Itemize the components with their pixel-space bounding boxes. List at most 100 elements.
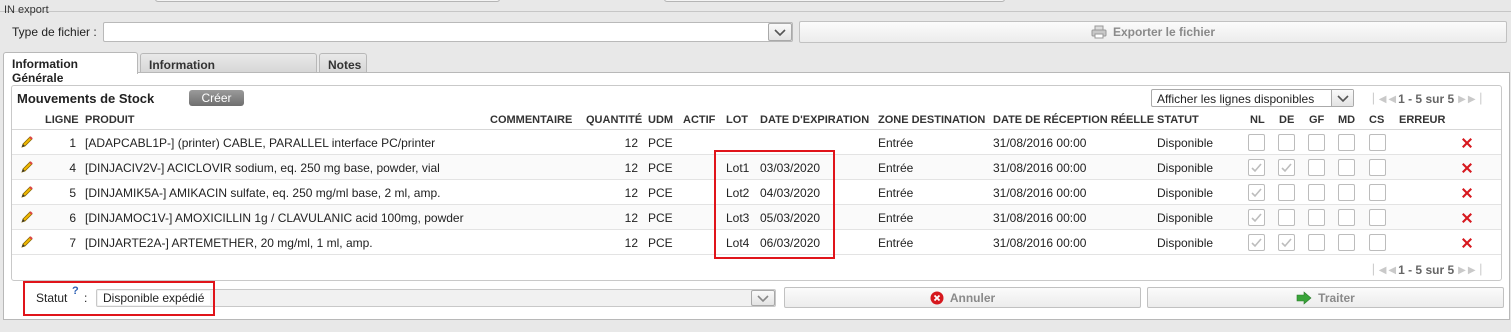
- fieldset-border: [0, 11, 1511, 12]
- row-zone: Entrée: [878, 236, 914, 250]
- checkbox-cs[interactable]: [1369, 209, 1386, 226]
- top-field-right: [664, 0, 1005, 2]
- row-zone: Entrée: [878, 161, 914, 175]
- tab-label: Notes: [328, 58, 362, 72]
- pager-top: ▏◀ ◀ 1 - 5 sur 5 ▶ ▶▕: [1373, 92, 1481, 106]
- checkbox-nl[interactable]: [1248, 234, 1265, 251]
- row-reception: 31/08/2016 00:00: [993, 211, 1087, 225]
- pager-text: 1 - 5 sur 5: [1398, 92, 1455, 106]
- pager-bottom: ▏◀ ◀ 1 - 5 sur 5 ▶ ▶▕: [1373, 263, 1481, 277]
- col-de[interactable]: DE: [1279, 114, 1294, 126]
- file-type-dropdown-button[interactable]: [768, 23, 792, 41]
- checkbox-de[interactable]: [1278, 159, 1295, 176]
- col-commentaire[interactable]: COMMENTAIRE: [490, 114, 572, 126]
- chevron-down-icon: [757, 295, 769, 303]
- row-reception: 31/08/2016 00:00: [993, 161, 1087, 175]
- row-produit: [DINJAMIK5A-] AMIKACIN sulfate, eq. 250 …: [85, 186, 441, 200]
- row-quantite: 12: [624, 186, 638, 200]
- row-reception: 31/08/2016 00:00: [993, 186, 1087, 200]
- row-statut: Disponible: [1157, 211, 1214, 225]
- line-filter-select[interactable]: Afficher les lignes disponibles: [1151, 89, 1354, 107]
- last-page-icon[interactable]: ▶▕: [1468, 94, 1481, 105]
- tab-information-generale[interactable]: Information Générale: [3, 52, 138, 85]
- col-md[interactable]: MD: [1338, 114, 1355, 126]
- checkbox-nl[interactable]: [1248, 134, 1265, 151]
- col-produit[interactable]: PRODUIT: [85, 114, 135, 126]
- check-icon: [1251, 238, 1262, 248]
- delete-icon[interactable]: [1460, 136, 1474, 150]
- last-page-icon[interactable]: ▶▕: [1468, 265, 1481, 276]
- grid-title: Mouvements de Stock: [17, 91, 155, 106]
- row-zone: Entrée: [878, 211, 914, 225]
- prev-page-icon[interactable]: ◀: [1388, 94, 1396, 105]
- delete-icon[interactable]: [1460, 236, 1474, 250]
- row-quantite: 12: [624, 136, 638, 150]
- checkbox-nl[interactable]: [1248, 184, 1265, 201]
- delete-icon[interactable]: [1460, 186, 1474, 200]
- chevron-down-icon: [774, 29, 786, 37]
- file-type-select[interactable]: [103, 22, 793, 42]
- checkbox-nl[interactable]: [1248, 159, 1265, 176]
- col-nl[interactable]: NL: [1250, 114, 1265, 126]
- checkbox-de[interactable]: [1278, 209, 1295, 226]
- col-date-expiration[interactable]: DATE D'EXPIRATION: [760, 114, 869, 126]
- col-udm[interactable]: UDM: [648, 114, 673, 126]
- checkbox-gf[interactable]: [1308, 184, 1325, 201]
- prev-page-icon[interactable]: ◀: [1388, 265, 1396, 276]
- lot-highlight-box: [714, 150, 835, 259]
- col-gf[interactable]: GF: [1309, 114, 1324, 126]
- process-button[interactable]: Traiter: [1147, 287, 1504, 308]
- export-file-label: Exporter le fichier: [1112, 25, 1216, 39]
- row-reception: 31/08/2016 00:00: [993, 236, 1087, 250]
- checkbox-cs[interactable]: [1369, 159, 1386, 176]
- checkbox-de[interactable]: [1278, 134, 1295, 151]
- checkbox-md[interactable]: [1338, 159, 1355, 176]
- checkbox-cs[interactable]: [1369, 134, 1386, 151]
- line-filter-dropdown-button[interactable]: [1331, 90, 1353, 106]
- col-cs[interactable]: CS: [1369, 114, 1384, 126]
- delete-icon[interactable]: [1460, 161, 1474, 175]
- checkbox-gf[interactable]: [1308, 209, 1325, 226]
- checkbox-de[interactable]: [1278, 184, 1295, 201]
- checkbox-md[interactable]: [1338, 234, 1355, 251]
- tab-notes[interactable]: Notes: [319, 53, 367, 73]
- col-date-reception[interactable]: DATE DE RÉCEPTION RÉELLE: [993, 114, 1154, 126]
- checkbox-cs[interactable]: [1369, 234, 1386, 251]
- col-actif[interactable]: ACTIF: [683, 114, 715, 126]
- row-ligne: 6: [69, 211, 76, 225]
- next-page-icon[interactable]: ▶: [1458, 94, 1466, 105]
- col-statut[interactable]: STATUT: [1157, 114, 1199, 126]
- create-button[interactable]: Créer: [189, 90, 244, 106]
- row-udm: PCE: [648, 236, 673, 250]
- checkbox-md[interactable]: [1338, 209, 1355, 226]
- col-quantite[interactable]: QUANTITÉ: [586, 114, 642, 126]
- chevron-down-icon: [1337, 95, 1349, 103]
- checkbox-cs[interactable]: [1369, 184, 1386, 201]
- line-filter-value: Afficher les lignes disponibles: [1157, 92, 1315, 106]
- tab-information-complementaire[interactable]: Information Complémentaire: [140, 53, 317, 86]
- delete-icon[interactable]: [1460, 211, 1474, 225]
- checkbox-gf[interactable]: [1308, 134, 1325, 151]
- cancel-button[interactable]: Annuler: [784, 287, 1141, 308]
- col-zone-destination[interactable]: ZONE DESTINATION: [878, 114, 985, 126]
- row-zone: Entrée: [878, 186, 914, 200]
- checkbox-md[interactable]: [1338, 134, 1355, 151]
- col-erreur[interactable]: ERREUR: [1399, 114, 1445, 126]
- next-page-icon[interactable]: ▶: [1458, 265, 1466, 276]
- export-file-button[interactable]: Exporter le fichier: [799, 21, 1507, 43]
- col-ligne[interactable]: LIGNE: [45, 114, 79, 126]
- checkbox-gf[interactable]: [1308, 234, 1325, 251]
- file-type-label: Type de fichier :: [12, 25, 97, 39]
- first-page-icon[interactable]: ▏◀: [1373, 94, 1386, 105]
- checkbox-nl[interactable]: [1248, 209, 1265, 226]
- check-icon: [1251, 188, 1262, 198]
- checkbox-md[interactable]: [1338, 184, 1355, 201]
- col-lot[interactable]: LOT: [726, 114, 748, 126]
- row-produit: [DINJACIV2V-] ACICLOVIR sodium, eq. 250 …: [85, 161, 440, 175]
- row-zone: Entrée: [878, 136, 914, 150]
- first-page-icon[interactable]: ▏◀: [1373, 265, 1386, 276]
- row-udm: PCE: [648, 211, 673, 225]
- statut-dropdown-button[interactable]: [751, 290, 775, 306]
- checkbox-de[interactable]: [1278, 234, 1295, 251]
- checkbox-gf[interactable]: [1308, 159, 1325, 176]
